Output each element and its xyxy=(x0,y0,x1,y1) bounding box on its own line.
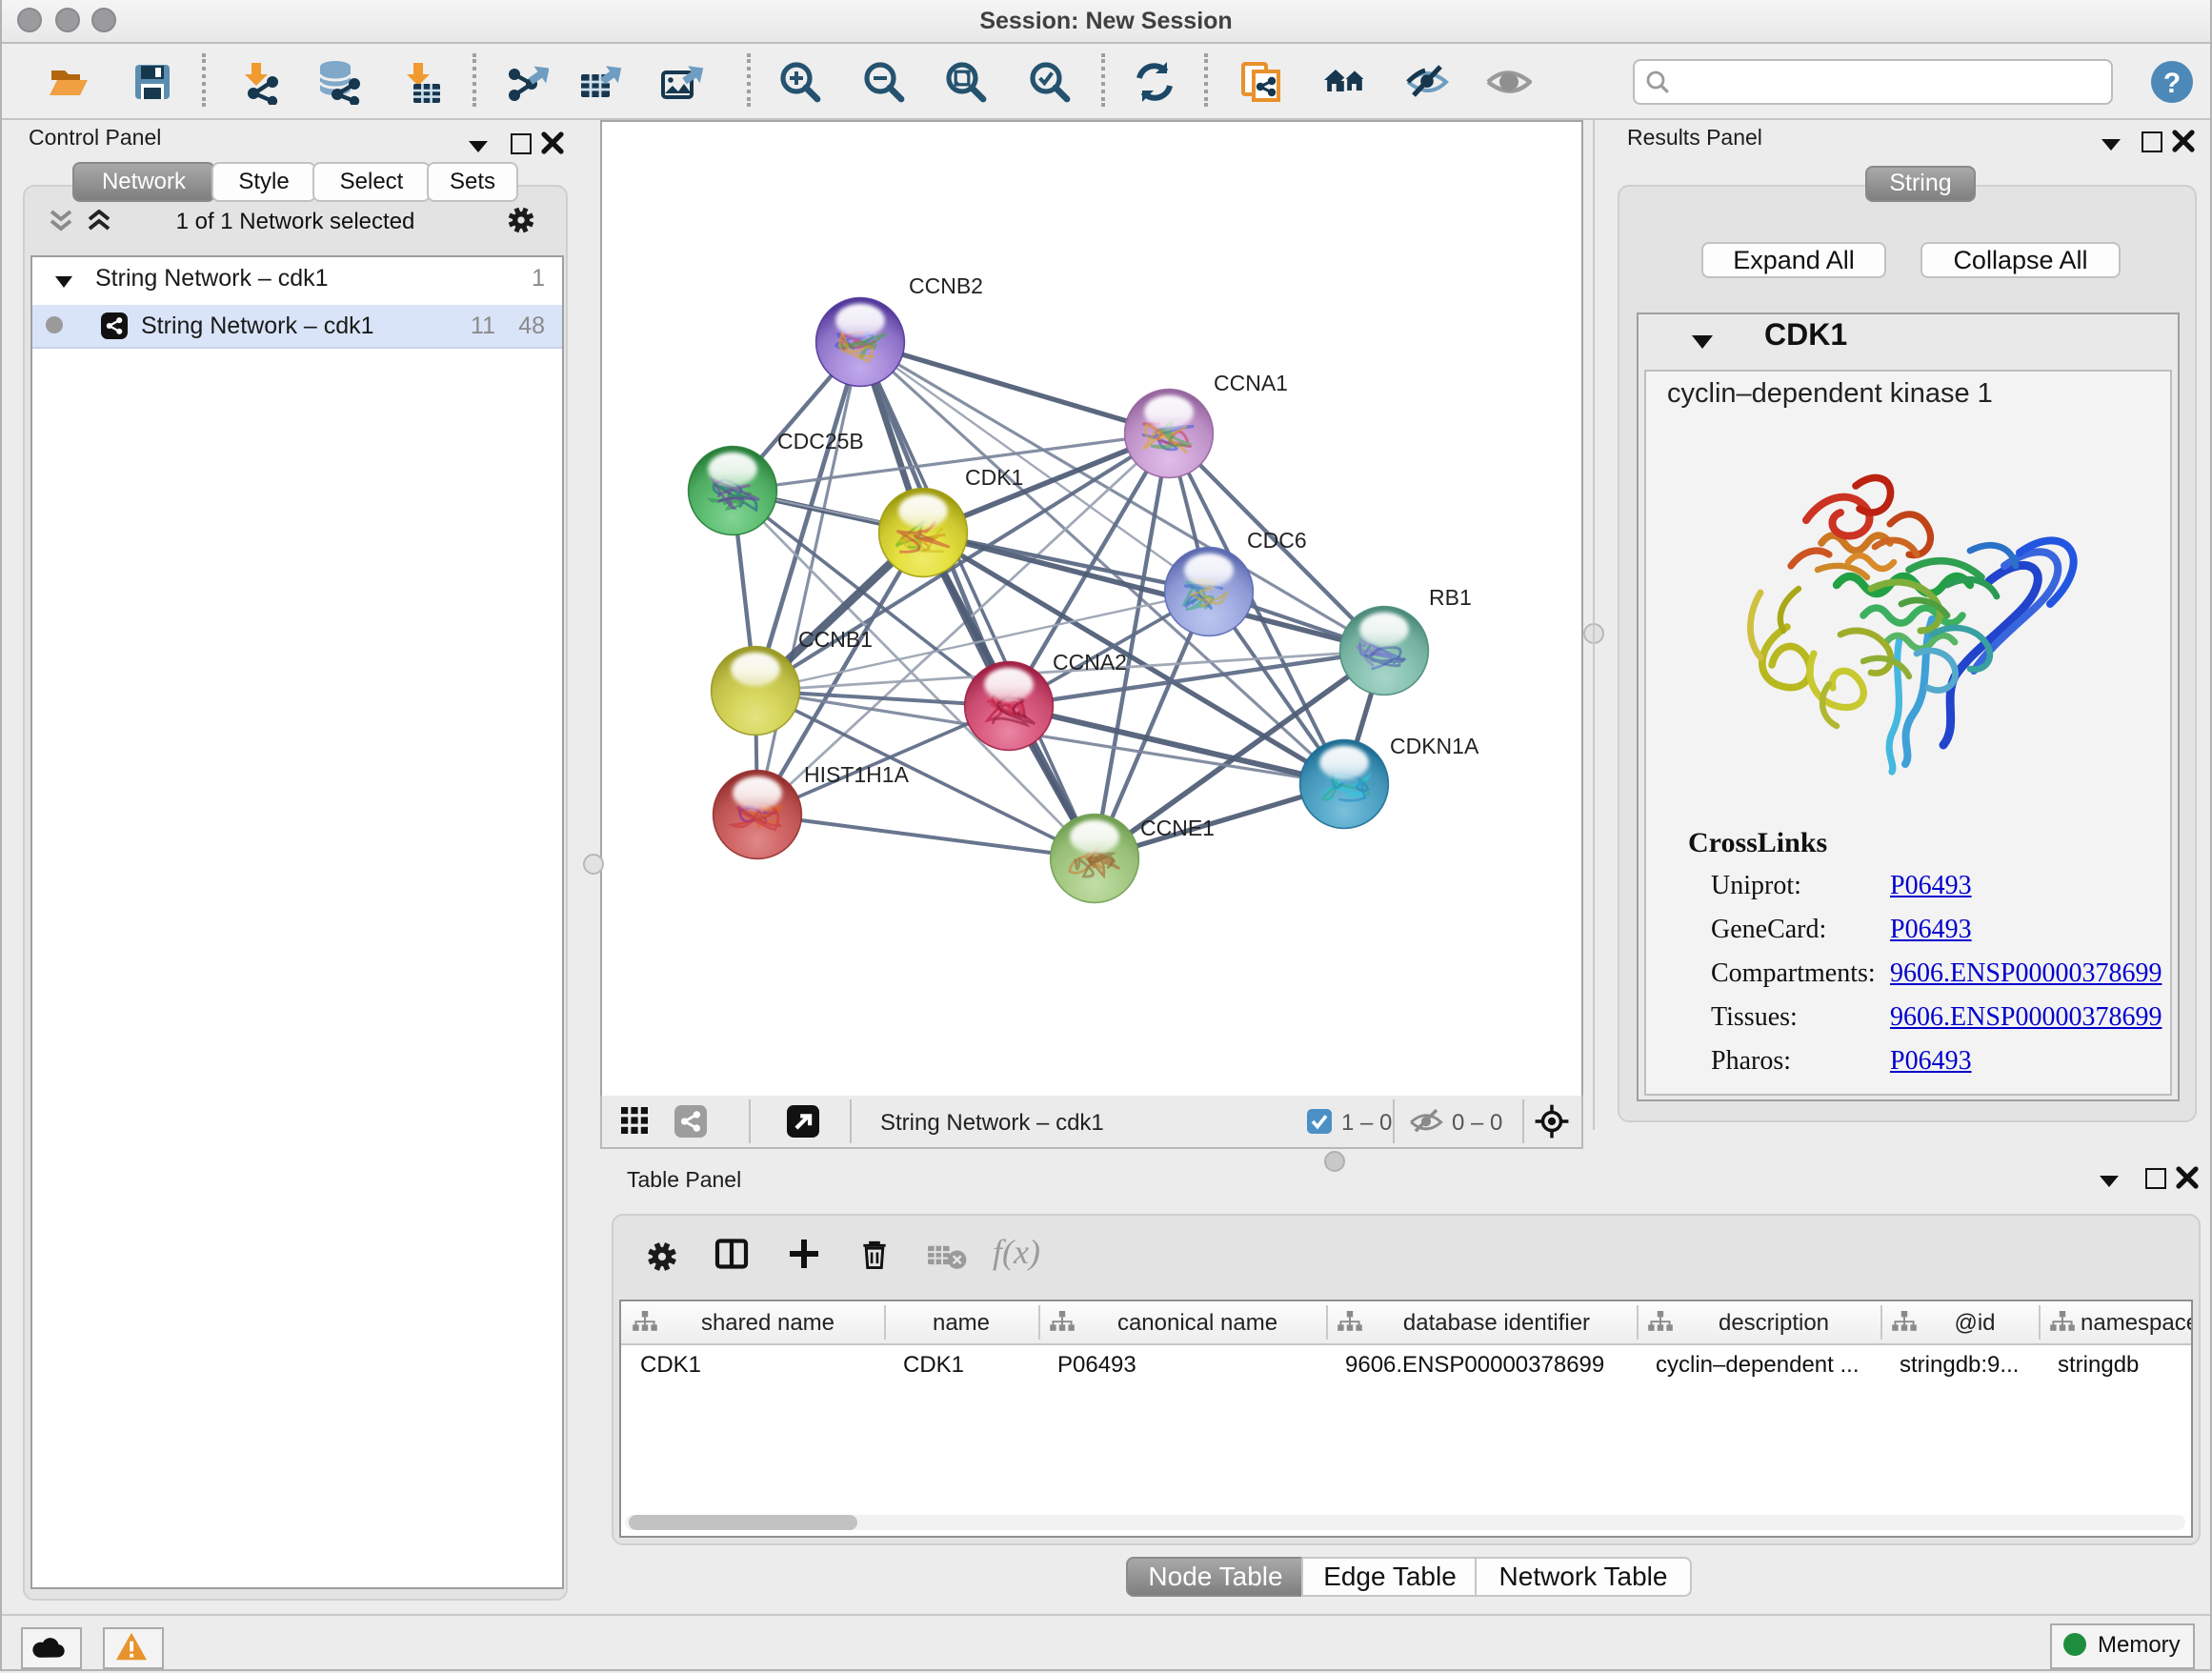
svg-text:RB1: RB1 xyxy=(1429,585,1472,610)
svg-text:CCNB2: CCNB2 xyxy=(909,273,983,298)
svg-text:?: ? xyxy=(2163,68,2181,99)
svg-text:CDK1: CDK1 xyxy=(965,465,1023,490)
svg-text:CDKN1A: CDKN1A xyxy=(1390,734,1479,758)
svg-text:CDC6: CDC6 xyxy=(1247,528,1307,553)
svg-text:CCNB1: CCNB1 xyxy=(798,627,873,652)
svg-text:CDC25B: CDC25B xyxy=(777,429,864,454)
svg-text:HIST1H1A: HIST1H1A xyxy=(804,762,910,787)
svg-text:CCNA1: CCNA1 xyxy=(1214,371,1288,395)
svg-text:CCNE1: CCNE1 xyxy=(1140,816,1215,840)
svg-text:CCNA2: CCNA2 xyxy=(1053,650,1127,675)
